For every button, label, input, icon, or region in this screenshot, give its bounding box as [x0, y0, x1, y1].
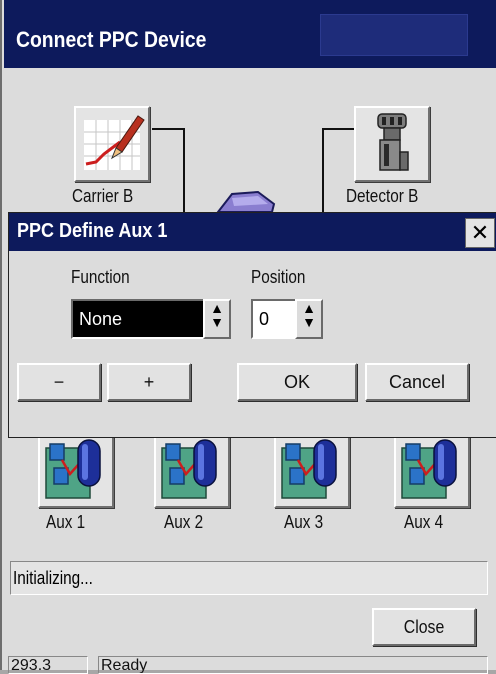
titlebar-panel	[320, 14, 468, 56]
aux-3-button[interactable]	[274, 432, 350, 508]
minus-button-label: −	[53, 372, 65, 392]
aux-device-icon	[45, 439, 101, 499]
position-spin-icon[interactable]: ▲ ▼	[295, 299, 323, 339]
aux-4-label: Aux 4	[404, 512, 444, 532]
connector-line	[152, 128, 184, 130]
plus-button-label: +	[143, 372, 155, 392]
position-label: Position	[251, 267, 306, 287]
carrier-b-label: Carrier B	[72, 186, 134, 206]
dialog-close-button[interactable]: ✕	[465, 218, 495, 248]
aux-3-label: Aux 3	[284, 512, 324, 532]
function-select[interactable]: None ▲ ▼	[71, 299, 231, 339]
ok-button-label: OK	[283, 372, 310, 392]
minus-button[interactable]: −	[17, 363, 101, 401]
detector-b-label: Detector B	[346, 186, 419, 206]
carrier-b-button[interactable]	[74, 106, 150, 182]
connector-line	[183, 128, 185, 212]
dialog-title: PPC Define Aux 1	[17, 220, 168, 242]
connector-line	[322, 128, 354, 130]
plus-button[interactable]: +	[107, 363, 191, 401]
window-title: Connect PPC Device	[16, 27, 207, 52]
statusbar-value: 293.3	[8, 656, 88, 674]
close-icon: ✕	[470, 220, 490, 245]
close-button-label: Close	[403, 617, 445, 637]
detector-icon	[377, 113, 409, 171]
aux-1-label: Aux 1	[46, 512, 86, 532]
window-titlebar: Connect PPC Device	[4, 0, 496, 68]
aux-device-icon	[401, 439, 457, 499]
detector-b-button[interactable]	[354, 106, 430, 182]
close-button[interactable]: Close	[372, 608, 476, 646]
connector-line	[322, 128, 324, 212]
aux-4-button[interactable]	[394, 432, 470, 508]
function-label: Function	[71, 267, 130, 287]
carrier-chart-icon	[84, 115, 145, 170]
aux-device-icon	[161, 439, 217, 499]
status-message-field: Initializing...	[10, 561, 488, 595]
statusbar-state: Ready	[98, 656, 488, 674]
function-select-value: None	[79, 309, 123, 329]
position-select[interactable]: 0 ▲ ▼	[251, 299, 323, 339]
cancel-button-label: Cancel	[388, 372, 446, 392]
aux-1-button[interactable]	[38, 432, 114, 508]
ppc-hub-icon	[215, 190, 276, 213]
cancel-button[interactable]: Cancel	[365, 363, 469, 401]
ok-button[interactable]: OK	[237, 363, 357, 401]
aux-device-icon	[281, 439, 337, 499]
function-spin-icon[interactable]: ▲ ▼	[203, 299, 231, 339]
dialog-titlebar: PPC Define Aux 1 ✕	[9, 213, 496, 251]
ppc-define-aux-dialog: PPC Define Aux 1 ✕ Function Position Non…	[8, 212, 496, 438]
aux-2-label: Aux 2	[164, 512, 204, 532]
aux-2-button[interactable]	[154, 432, 230, 508]
status-message: Initializing...	[13, 568, 93, 588]
position-select-value: 0	[259, 309, 270, 329]
